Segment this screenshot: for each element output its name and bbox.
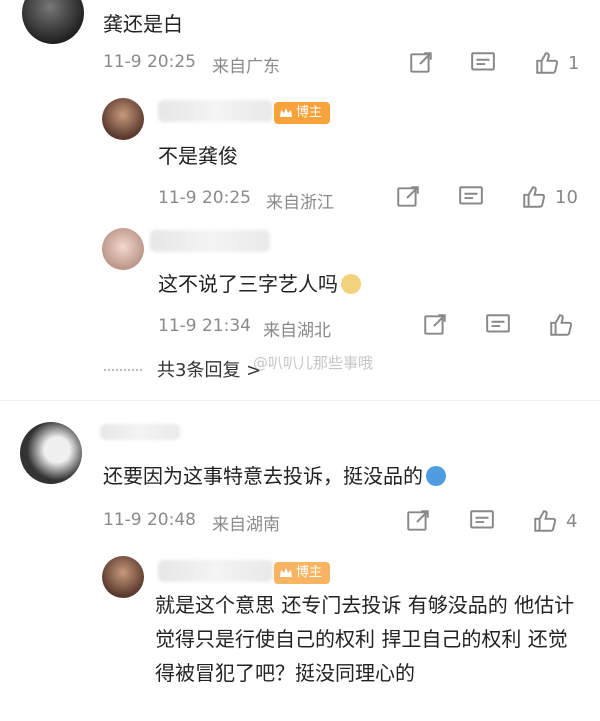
username-blurred: [158, 100, 273, 122]
like-icon: [534, 510, 557, 532]
like-count: 1: [568, 52, 580, 74]
comment-button[interactable]: [469, 508, 495, 534]
avatar[interactable]: [20, 422, 82, 484]
view-replies-link[interactable]: 共3条回复 >: [157, 356, 261, 382]
avatar[interactable]: [102, 228, 144, 270]
blogger-badge: 博主: [274, 562, 331, 584]
share-button[interactable]: [405, 508, 431, 534]
username-blurred: [100, 424, 180, 440]
like-button[interactable]: 10: [521, 184, 578, 210]
share-button[interactable]: [395, 184, 421, 210]
like-button[interactable]: [548, 312, 574, 338]
share-icon: [410, 52, 432, 73]
like-icon: [523, 186, 546, 208]
like-button[interactable]: 4: [532, 508, 577, 534]
share-icon: [397, 186, 419, 207]
share-icon: [424, 314, 446, 335]
reply-location: 来自湖北: [263, 321, 331, 341]
like-icon: [536, 52, 559, 74]
comment-button[interactable]: [470, 50, 496, 76]
emoji-icon: [426, 466, 446, 486]
avatar[interactable]: [102, 98, 144, 140]
share-button[interactable]: [408, 50, 434, 76]
reply-time: 11-9 21:34: [158, 316, 251, 336]
comment-icon: [486, 314, 510, 333]
divider: [0, 400, 600, 401]
watermark: @叭叭儿那些事哦: [253, 354, 374, 372]
blogger-badge: 博主: [274, 102, 331, 124]
comment-location: 来自广东: [212, 57, 280, 77]
comment-time: 11-9 20:48: [103, 510, 196, 530]
comment-time: 11-9 20:25: [103, 52, 196, 72]
like-count: 4: [566, 510, 578, 532]
comment-text: 龚还是白: [103, 12, 183, 36]
like-count: 10: [555, 186, 578, 208]
reply-text: 不是龚俊: [158, 144, 238, 168]
username-blurred: [150, 230, 270, 252]
avatar[interactable]: [22, 0, 84, 44]
comment-button[interactable]: [485, 312, 511, 338]
avatar[interactable]: [102, 556, 144, 598]
comment-icon: [459, 186, 483, 205]
crown-icon: [280, 108, 292, 117]
share-icon: [407, 510, 429, 531]
like-icon: [550, 314, 573, 336]
like-button[interactable]: 1: [534, 50, 579, 76]
emoji-icon: [341, 274, 361, 294]
comment-location: 来自湖南: [212, 515, 280, 535]
comment-icon: [471, 52, 495, 71]
dotted-divider: [104, 369, 142, 371]
reply-location: 来自浙江: [266, 193, 334, 213]
reply-time: 11-9 20:25: [158, 188, 251, 208]
comment-icon: [470, 510, 494, 529]
username-blurred: [158, 560, 273, 582]
crown-icon: [280, 568, 292, 577]
comment-text: 还要因为这事特意去投诉，挺没品的: [103, 460, 446, 489]
comment-button[interactable]: [458, 184, 484, 210]
reply-text: 就是这个意思 还专门去投诉 有够没品的 他估计觉得只是行使自己的权利 捍卫自己的…: [155, 593, 575, 685]
share-button[interactable]: [422, 312, 448, 338]
reply-text: 这不说了三字艺人吗: [158, 268, 361, 297]
